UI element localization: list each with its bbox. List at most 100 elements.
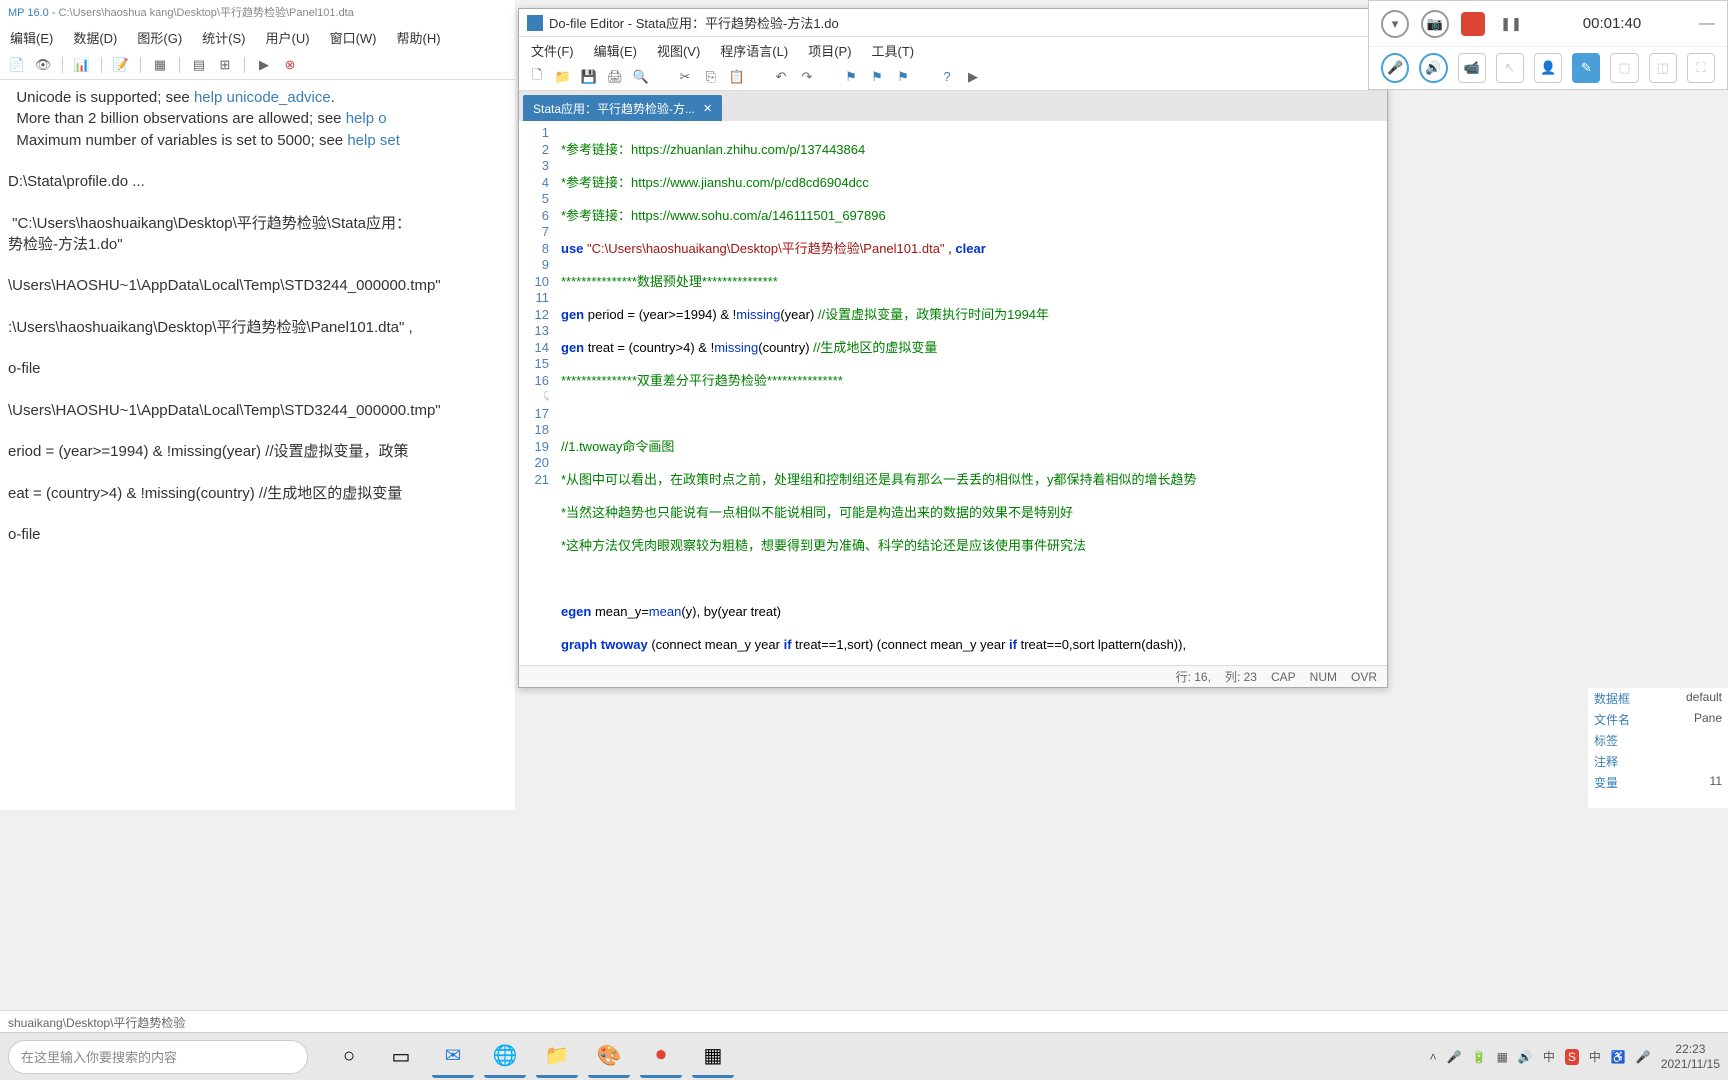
taskview-icon[interactable]: ▭ <box>380 1036 422 1078</box>
tray-vol-icon[interactable]: 🔊 <box>1518 1050 1533 1064</box>
fullscreen-icon[interactable]: ⛶ <box>1687 53 1715 83</box>
unicode-link[interactable]: help unicode_advice <box>194 89 331 106</box>
do-menu-lang[interactable]: 程序语言(L) <box>720 41 788 59</box>
title-path: C:\Users\haoshua kang\Desktop\平行趋势检验\Pan… <box>59 7 354 19</box>
menu-edit[interactable]: 编辑(E) <box>10 28 53 46</box>
do-status-bar: 行: 16, 列: 23 CAP NUM OVR <box>519 665 1387 687</box>
draw-icon[interactable]: ✎ <box>1572 53 1600 83</box>
stata-output: Unicode is supported; see help unicode_a… <box>0 80 515 555</box>
prop-vars-value: 11 <box>1710 774 1722 791</box>
windows-taskbar: 在这里输入你要搜索的内容 ○ ▭ ✉ 🌐 📁 🎨 ⏺ ▦ ˄ 🎤 🔋 ▦ 🔊 中… <box>0 1032 1728 1080</box>
mic-icon[interactable]: 🎤 <box>1381 53 1409 83</box>
working-dir-strip: shuaikang\Desktop\平行趋势检验 <box>0 1010 1728 1032</box>
new-icon[interactable]: 🗋 <box>529 69 545 85</box>
run-icon[interactable]: ▶ <box>255 56 273 74</box>
do-tab-label: Stata应用：平行趋势检验-方... <box>533 100 695 117</box>
menu-stats[interactable]: 统计(S) <box>202 28 245 46</box>
cut-icon[interactable]: ✂ <box>677 69 693 85</box>
save-icon[interactable]: 💾 <box>581 69 597 85</box>
stata-toolbar: 📄 👁 📊 📝 ▦ ▤ ⊞ ▶ ⊗ <box>0 50 515 80</box>
tray-ime1-icon[interactable]: 中 <box>1543 1048 1555 1065</box>
bookmark1-icon[interactable]: ⚑ <box>843 69 859 85</box>
speaker-icon[interactable]: 🔊 <box>1419 53 1447 83</box>
stata-title-bar: MP 16.0 - C:\Users\haoshua kang\Desktop\… <box>0 0 515 24</box>
cortana-icon[interactable]: ○ <box>328 1036 370 1078</box>
line-gutter: 12345678910111213141516⤹1718192021 <box>519 121 555 659</box>
table-icon[interactable]: ⊞ <box>216 56 234 74</box>
do-menu-tools[interactable]: 工具(T) <box>872 41 915 59</box>
graph-icon[interactable]: 📊 <box>73 56 91 74</box>
app1-icon[interactable]: 🎨 <box>588 1036 630 1078</box>
copy-icon[interactable]: ⎘ <box>703 69 719 85</box>
obs-link[interactable]: help o <box>346 110 387 127</box>
paste-icon[interactable]: 📋 <box>729 69 745 85</box>
menu-help[interactable]: 帮助(H) <box>397 28 441 46</box>
menu-window[interactable]: 窗口(W) <box>330 28 377 46</box>
person-icon[interactable]: 👤 <box>1534 53 1562 83</box>
bookmark2-icon[interactable]: ⚑ <box>869 69 885 85</box>
webcam-icon[interactable]: 📹 <box>1458 53 1486 83</box>
camera-icon[interactable]: 📷 <box>1421 10 1449 38</box>
do-menu-edit[interactable]: 编辑(E) <box>594 41 637 59</box>
do-title-bar[interactable]: Do-file Editor - Stata应用：平行趋势检验-方法1.do <box>519 9 1387 37</box>
chrome-icon[interactable]: 🌐 <box>484 1036 526 1078</box>
undo-icon[interactable]: ↶ <box>773 69 789 85</box>
region-icon[interactable]: ◫ <box>1649 53 1677 83</box>
do-tab-bar: Stata应用：平行趋势检验-方... ✕ <box>519 91 1387 121</box>
do-toolbar: 🗋 📁 💾 🖨 🔍 ✂ ⎘ 📋 ↶ ↷ ⚑ ⚑ ⚑ ? ▶ <box>519 63 1387 91</box>
run-do-icon[interactable]: ▶ <box>965 69 981 85</box>
prop-vars-label: 变量 <box>1594 774 1618 791</box>
do-menu-file[interactable]: 文件(F) <box>531 41 574 59</box>
redo-icon[interactable]: ↷ <box>799 69 815 85</box>
recording-time: 00:01:40 <box>1583 15 1641 32</box>
bookmark3-icon[interactable]: ⚑ <box>895 69 911 85</box>
mail-icon[interactable]: ✉ <box>432 1036 474 1078</box>
prop-dataframe-label: 数据框 <box>1594 690 1630 707</box>
help-icon[interactable]: ? <box>939 69 955 85</box>
tray-clock[interactable]: 22:23 2021/11/15 <box>1661 1042 1720 1071</box>
print-icon[interactable]: 🖨 <box>607 69 623 85</box>
set-link[interactable]: help set <box>347 132 400 149</box>
search-icon[interactable]: 🔍 <box>633 69 649 85</box>
status-col: 列: 23 <box>1225 668 1257 685</box>
recorder-app-icon[interactable]: ⏺ <box>640 1036 682 1078</box>
tray-chevron-icon[interactable]: ˄ <box>1430 1050 1437 1064</box>
open-folder-icon[interactable]: 📁 <box>555 69 571 85</box>
do-app-icon <box>527 15 543 31</box>
do-menu-view[interactable]: 视图(V) <box>657 41 700 59</box>
code-text[interactable]: *参考链接：https://zhuanlan.zhihu.com/p/13744… <box>555 121 1387 659</box>
menu-user[interactable]: 用户(U) <box>266 28 310 46</box>
tray-net-icon[interactable]: ▦ <box>1497 1050 1508 1064</box>
search-input[interactable]: 在这里输入你要搜索的内容 <box>8 1040 308 1074</box>
menu-data[interactable]: 数据(D) <box>73 28 117 46</box>
tray-lang-icon[interactable]: 中 <box>1589 1048 1601 1065</box>
status-num: NUM <box>1310 670 1337 684</box>
cursor-icon[interactable]: ↖ <box>1496 53 1524 83</box>
do-tab-active[interactable]: Stata应用：平行趋势检验-方... ✕ <box>523 95 722 121</box>
tray-ime2-icon[interactable]: S <box>1565 1049 1579 1065</box>
stata-menu-bar: 编辑(E) 数据(D) 图形(G) 统计(S) 用户(U) 窗口(W) 帮助(H… <box>0 24 515 50</box>
prop-filename-label: 文件名 <box>1594 711 1630 728</box>
screen-icon[interactable]: ▢ <box>1610 53 1638 83</box>
tray-mic-icon[interactable]: 🎤 <box>1447 1050 1462 1064</box>
do-icon[interactable]: 📝 <box>112 56 130 74</box>
stop-button[interactable] <box>1461 12 1485 36</box>
close-tab-icon[interactable]: ✕ <box>703 102 712 115</box>
minimize-icon[interactable]: — <box>1699 15 1715 33</box>
stata-app-icon[interactable]: ▦ <box>692 1036 734 1078</box>
stata-main-window: MP 16.0 - C:\Users\haoshua kang\Desktop\… <box>0 0 515 810</box>
tray-access-icon[interactable]: ♿ <box>1611 1050 1626 1064</box>
data-editor-icon[interactable]: ▦ <box>151 56 169 74</box>
tray-mic2-icon[interactable]: 🎤 <box>1636 1050 1651 1064</box>
eye-icon[interactable]: 👁 <box>34 56 52 74</box>
menu-graph[interactable]: 图形(G) <box>137 28 182 46</box>
stop-icon[interactable]: ⊗ <box>281 56 299 74</box>
do-code-area[interactable]: 12345678910111213141516⤹1718192021 *参考链接… <box>519 121 1387 659</box>
do-menu-project[interactable]: 项目(P) <box>808 41 851 59</box>
open-icon[interactable]: 📄 <box>8 56 26 74</box>
pause-button[interactable]: ❚❚ <box>1497 10 1525 38</box>
explorer-icon[interactable]: 📁 <box>536 1036 578 1078</box>
browse-icon[interactable]: ▤ <box>190 56 208 74</box>
tray-battery-icon[interactable]: 🔋 <box>1472 1050 1487 1064</box>
rec-down-icon[interactable]: ▾ <box>1381 10 1409 38</box>
